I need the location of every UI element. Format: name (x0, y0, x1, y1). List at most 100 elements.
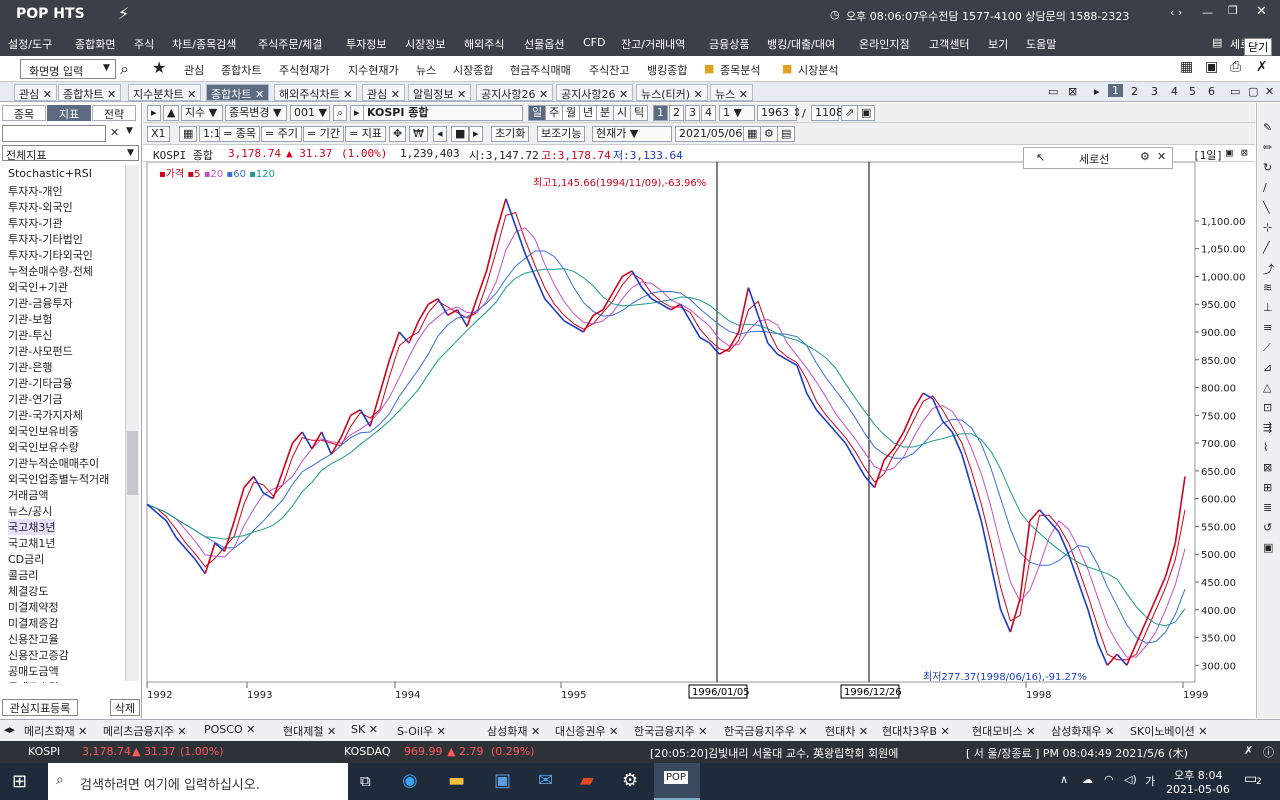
indicator-item[interactable]: 누적순매수량-전체 (8, 263, 93, 279)
menu-item[interactable]: 고객센터 (929, 36, 969, 52)
indicator-item[interactable]: 외국인+기관 (8, 279, 68, 295)
edge-icon[interactable]: ◉ (402, 770, 418, 791)
num-4[interactable]: 4 (701, 105, 716, 121)
chart-area[interactable]: ▪가격 ▪5 ▪20 ▪60 ▪120 1,100.00 1,050.00 1,00… (143, 147, 1255, 702)
stock-tab[interactable]: SK ✕ (351, 723, 378, 736)
close-icon[interactable]: ✕ (75, 725, 87, 738)
indicator-item[interactable]: 기관누적순매매추이 (8, 455, 99, 471)
indicator-item[interactable]: 기관-보험 (8, 311, 52, 327)
export-icon[interactable]: ▤ (777, 126, 796, 142)
explorer-icon[interactable]: ▬ (448, 770, 465, 791)
indicator-item[interactable]: 기관-기타금융 (8, 375, 73, 391)
indicator-item[interactable]: 외국인보유비중 (8, 423, 79, 439)
menu-item[interactable]: 주식주문/체결 (258, 36, 322, 52)
drawing-tool-icon[interactable]: ↺ (1263, 521, 1272, 534)
period-day[interactable]: 일 (528, 105, 547, 121)
panel-max-icon[interactable]: ▢ (1248, 85, 1258, 98)
drawing-tool-icon[interactable]: ⊿ (1263, 361, 1272, 374)
period-month[interactable]: 월 (562, 105, 581, 121)
stock-tab[interactable]: 대신증권우 ✕ (555, 723, 618, 739)
office-icon[interactable]: ▰ (580, 770, 594, 791)
drawing-tool-icon[interactable]: ≋ (1263, 281, 1272, 294)
up-icon[interactable]: ▲ (163, 105, 180, 121)
indicator-item[interactable]: 뉴스/공시 (8, 503, 52, 519)
star-icon[interactable]: ★ (152, 58, 166, 77)
indicator-item[interactable]: 미결제약정 (8, 599, 59, 615)
lightning-icon[interactable]: ⚡ (118, 4, 129, 23)
indicator-item[interactable]: 기관-연기금 (8, 391, 63, 407)
indicator-search-input[interactable] (2, 125, 106, 142)
stock-tab[interactable]: 현대모비스 ✕ (972, 723, 1035, 739)
drawing-tool-icon[interactable]: ∕ (1263, 181, 1267, 194)
prev-icon[interactable]: ◂ (433, 126, 447, 142)
save-icon[interactable]: ▣ (857, 105, 876, 121)
grid-icon[interactable]: ▦ (179, 126, 198, 142)
indicator-item[interactable]: 외국인업종별누적거래 (8, 471, 109, 487)
panel-close-icon[interactable]: ⊠ (1241, 146, 1248, 159)
count-input[interactable]: 1963 ⇕ (757, 105, 802, 121)
drawing-tool-icon[interactable]: △ (1263, 381, 1271, 394)
filter-stock[interactable]: = 종목 (219, 126, 260, 142)
indicator-item[interactable]: CD금리 (8, 551, 44, 567)
bar-icon[interactable]: ₩ (409, 126, 428, 142)
panel-close-icon[interactable]: ✕ (1265, 85, 1274, 98)
monitor-icon[interactable]: ▣ (1205, 59, 1218, 75)
left-tab[interactable]: 종목 (2, 105, 46, 121)
type-select[interactable]: 지수 ▼ (181, 105, 223, 121)
menu-item[interactable]: CFD (583, 36, 605, 49)
panel-min-icon[interactable]: ▣ (1226, 146, 1233, 159)
indicator-item[interactable]: 외국인보유수량 (8, 439, 79, 455)
stock-change-select[interactable]: 종목변경 ▼ (225, 105, 287, 121)
quick-item[interactable]: 종목분석 (720, 62, 760, 78)
indicator-item[interactable]: 신용잔고율 (8, 631, 59, 647)
menu-item[interactable]: 설정/도구 (8, 36, 52, 52)
filter-period[interactable]: = 주기 (261, 126, 302, 142)
code-input[interactable]: 001 ▼ (290, 105, 330, 121)
aux-button[interactable]: 보조기능 (537, 126, 586, 142)
close-icon[interactable]: ✕ (433, 725, 446, 738)
quick-item[interactable]: 관심 (184, 62, 204, 78)
close-icon[interactable]: ✕ (937, 725, 950, 738)
drawing-tool-icon[interactable]: ⊥ (1263, 301, 1273, 314)
calculator-icon[interactable]: ▦ (1180, 59, 1193, 75)
window-tab[interactable]: 지수분차트 ✕ (128, 84, 202, 101)
expand-icon[interactable]: ⇗ (841, 105, 859, 121)
drawing-tool-icon[interactable]: ╱ (1263, 241, 1270, 254)
menu-item[interactable]: 온라인지점 (859, 36, 910, 52)
task-view-icon[interactable]: ⧉ (360, 772, 371, 790)
filter-range[interactable]: = 기간 (303, 126, 344, 142)
menu-item[interactable]: 투자정보 (346, 36, 386, 52)
stock-tab[interactable]: 한국금융지주 ✕ (634, 723, 707, 739)
tab-prev-icon[interactable]: ▸ (1094, 85, 1100, 98)
tab-page-1[interactable]: 1 (1108, 84, 1123, 97)
indicator-item[interactable]: 기관-은행 (8, 359, 52, 375)
tab-list-icon[interactable]: ▭ (1048, 85, 1058, 98)
drawing-tool-icon[interactable]: ≡ (1263, 321, 1272, 334)
window-tab[interactable]: 관심 ✕ (14, 84, 57, 101)
store-icon[interactable]: ▣ (494, 770, 511, 791)
wifi-icon[interactable]: ◠ (1104, 773, 1114, 786)
period-tick[interactable]: 틱 (630, 105, 649, 121)
drawing-tool-icon[interactable]: ⇶ (1263, 421, 1272, 434)
drawing-tool-icon[interactable]: ⤴ (1263, 261, 1274, 277)
quick-item[interactable]: 시장분석 (798, 62, 838, 78)
stock-tab[interactable]: 현대차 ✕ (825, 723, 868, 739)
menu-item[interactable]: 보기 (988, 36, 1008, 52)
left-tab-active[interactable]: 지표 (47, 105, 91, 121)
menu-item[interactable]: 금융상품 (709, 36, 749, 52)
indicator-item[interactable]: 투자자-기타외국인 (8, 247, 93, 263)
indicator-item[interactable]: 국고채1년 (8, 535, 55, 551)
tools-icon[interactable]: ✗ (1244, 744, 1253, 757)
drawing-tool-icon[interactable]: ↻ (1263, 161, 1272, 174)
close-icon[interactable]: ✕ (527, 725, 540, 738)
close-icon[interactable]: ✕ (695, 725, 707, 738)
price-chart[interactable]: 1,100.00 1,050.00 1,000.00 950.00 900.00 850.… (143, 162, 1255, 702)
drawing-tool-icon[interactable]: ▣ (1263, 541, 1273, 554)
pop-hts-taskbar-button[interactable]: POP (654, 763, 700, 800)
stock-tab[interactable]: 삼성화재 ✕ (487, 723, 540, 739)
category-select[interactable]: 전체지표 ▼ (2, 145, 139, 162)
drawing-tool-icon[interactable]: ⊹ (1263, 221, 1272, 234)
indicator-item[interactable]: Stochastic+RSI (8, 167, 92, 180)
indicator-item[interactable]: 투자자-기관 (8, 215, 63, 231)
quick-item[interactable]: 시장종합 (453, 62, 493, 78)
